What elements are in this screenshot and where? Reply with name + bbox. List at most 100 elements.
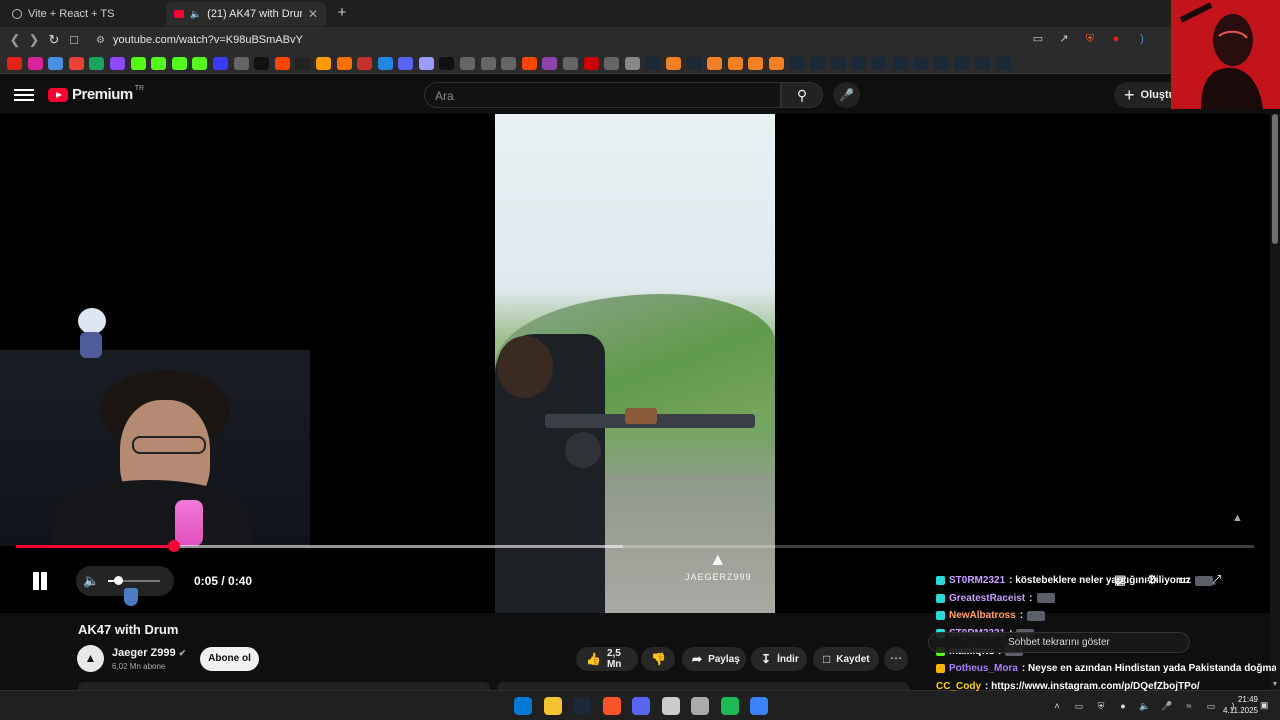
more-actions-icon[interactable]: ⋯ xyxy=(884,647,908,671)
taskbar-app-icon[interactable] xyxy=(514,697,532,715)
forward-icon[interactable]: ❯ xyxy=(25,31,43,49)
bookmark-favicon-icon[interactable] xyxy=(254,56,270,70)
bookmark-favicon-icon[interactable] xyxy=(851,56,867,70)
bookmark-favicon-icon[interactable] xyxy=(666,56,681,70)
dislike-button[interactable]: 👎 xyxy=(641,647,675,671)
bookmark-favicon-icon[interactable] xyxy=(418,56,434,70)
bookmark-favicon-icon[interactable] xyxy=(398,56,414,70)
menu-icon[interactable] xyxy=(14,86,34,102)
bookmark-favicon-icon[interactable] xyxy=(810,56,826,70)
taskbar-clock[interactable]: 21:49 4.11.2025 xyxy=(1212,694,1258,716)
bookmark-favicon-icon[interactable] xyxy=(274,56,290,70)
reload-icon[interactable]: ↻ xyxy=(45,31,63,49)
taskbar-app-icon[interactable] xyxy=(632,697,650,715)
search-icon[interactable]: ⚲ xyxy=(781,82,823,108)
chat-username[interactable]: Potheus_Mora xyxy=(949,663,1018,674)
new-tab-button[interactable]: + xyxy=(334,4,350,22)
chat-username[interactable]: ST0RM2321 xyxy=(949,575,1005,586)
bookmark-icon[interactable]: □ xyxy=(65,31,83,49)
chat-username[interactable]: GreatestRaceist xyxy=(949,593,1025,604)
bookmark-favicon-icon[interactable] xyxy=(727,56,743,70)
like-button[interactable]: 👍 2,5 Mn xyxy=(576,647,638,671)
bookmark-favicon-icon[interactable] xyxy=(748,56,764,70)
pause-button[interactable] xyxy=(28,569,52,593)
channel-avatar[interactable]: ▲ xyxy=(77,645,104,672)
audio-icon[interactable]: ) xyxy=(1134,31,1150,47)
show-chat-replay-button[interactable]: Sohbet tekrarını göster xyxy=(928,632,1190,653)
video-player[interactable]: ▲ JAEGERZ999 ▲ 🔈 0:05 / 0:40 ▦ ⚙ ▭ ⤢ xyxy=(0,114,1270,613)
share-button[interactable]: ➦ Paylaş xyxy=(682,647,746,671)
bookmark-favicon-icon[interactable] xyxy=(995,56,1011,70)
back-icon[interactable]: ❮ xyxy=(6,31,24,49)
bookmark-favicon-icon[interactable] xyxy=(892,56,908,70)
steam-tray-icon[interactable]: ● xyxy=(1116,699,1130,713)
bookmark-favicon-icon[interactable] xyxy=(315,56,331,70)
bookmark-favicon-icon[interactable] xyxy=(707,56,723,70)
channel-branding-icon[interactable]: ▲ xyxy=(1232,512,1243,524)
cast-icon[interactable]: ▭ xyxy=(1030,31,1046,47)
chat-username[interactable]: NewAlbatross xyxy=(949,610,1016,621)
bookmark-favicon-icon[interactable] xyxy=(460,56,476,70)
bookmark-favicon-icon[interactable] xyxy=(933,56,949,70)
bookmark-favicon-icon[interactable] xyxy=(377,56,393,70)
bookmark-favicon-icon[interactable] xyxy=(542,56,558,70)
bookmark-favicon-icon[interactable] xyxy=(439,56,455,70)
tab-vite[interactable]: Vite + React + TS xyxy=(4,2,162,26)
notification-icon[interactable]: ▣ xyxy=(1260,700,1269,711)
bookmark-favicon-icon[interactable] xyxy=(130,56,146,70)
bookmark-favicon-icon[interactable] xyxy=(501,56,517,70)
volume-tray-icon[interactable]: 🔈 xyxy=(1138,699,1152,713)
bookmark-favicon-icon[interactable] xyxy=(27,56,43,70)
taskbar-app-icon[interactable] xyxy=(573,697,591,715)
youtube-premium-logo[interactable]: Premium TR xyxy=(48,85,144,103)
bookmark-favicon-icon[interactable] xyxy=(521,56,537,70)
video-frame[interactable]: ▲ JAEGERZ999 xyxy=(495,114,775,613)
extension-icon[interactable]: ● xyxy=(1108,31,1124,47)
tab-youtube[interactable]: 🔈 (21) AK47 with Drum - YouTub ✕ xyxy=(166,2,326,26)
bookmark-favicon-icon[interactable] xyxy=(604,56,620,70)
volume-icon[interactable]: 🔈 xyxy=(83,573,99,589)
chat-username[interactable]: CC_Cody xyxy=(936,681,981,692)
microphone-icon[interactable]: 🎤 xyxy=(833,82,860,108)
bookmark-favicon-icon[interactable] xyxy=(974,56,990,70)
related-panel[interactable] xyxy=(497,682,909,690)
microphone-tray-icon[interactable]: 🎤 xyxy=(1160,699,1174,713)
bookmark-favicon-icon[interactable] xyxy=(109,56,125,70)
bookmark-favicon-icon[interactable] xyxy=(192,56,208,70)
bookmark-favicon-icon[interactable] xyxy=(171,56,187,70)
bookmark-favicon-icon[interactable] xyxy=(768,56,784,70)
bookmark-favicon-icon[interactable] xyxy=(871,56,887,70)
bookmark-favicon-icon[interactable] xyxy=(233,56,249,70)
bookmark-favicon-icon[interactable] xyxy=(48,56,64,70)
taskbar-app-icon[interactable] xyxy=(691,697,709,715)
bookmark-favicon-icon[interactable] xyxy=(7,56,22,70)
taskbar-app-icon[interactable] xyxy=(543,697,562,715)
close-tab-icon[interactable]: ✕ xyxy=(308,7,318,21)
volume-slider-knob[interactable] xyxy=(114,576,124,585)
taskbar-app-icon[interactable] xyxy=(750,697,768,715)
bookmark-favicon-icon[interactable] xyxy=(830,56,846,70)
bookmark-favicon-icon[interactable] xyxy=(89,56,105,70)
bookmark-favicon-icon[interactable] xyxy=(295,56,311,70)
brave-shield-icon[interactable]: ⛨ xyxy=(1082,31,1098,47)
site-info-icon[interactable]: ⚙ xyxy=(96,35,105,46)
taskbar-app-icon[interactable] xyxy=(720,697,739,715)
channel-name[interactable]: Jaeger Z999 ✔ xyxy=(112,647,186,659)
address-bar[interactable]: ⚙ youtube.com/watch?v=K98uBSmABvY xyxy=(90,30,1020,50)
scrollbar-thumb[interactable] xyxy=(1272,114,1278,244)
chevron-up-icon[interactable]: ˄ xyxy=(1050,699,1064,713)
search-input[interactable]: Ara xyxy=(424,82,781,108)
bookmark-favicon-icon[interactable] xyxy=(686,56,702,70)
bookmark-favicon-icon[interactable] xyxy=(624,56,640,70)
description-box[interactable] xyxy=(78,682,490,690)
progress-bar[interactable] xyxy=(16,540,1254,552)
taskbar-app-icon[interactable] xyxy=(661,697,680,715)
bookmark-favicon-icon[interactable] xyxy=(151,56,167,70)
bookmark-favicon-icon[interactable] xyxy=(212,56,228,70)
security-icon[interactable]: ⛨ xyxy=(1094,699,1108,713)
taskbar-app-icon[interactable] xyxy=(602,697,621,715)
subscribe-button[interactable]: Abone ol xyxy=(200,647,259,671)
bookmark-favicon-icon[interactable] xyxy=(563,56,579,70)
share-icon[interactable]: ↗ xyxy=(1056,31,1072,47)
bookmark-favicon-icon[interactable] xyxy=(480,56,496,70)
